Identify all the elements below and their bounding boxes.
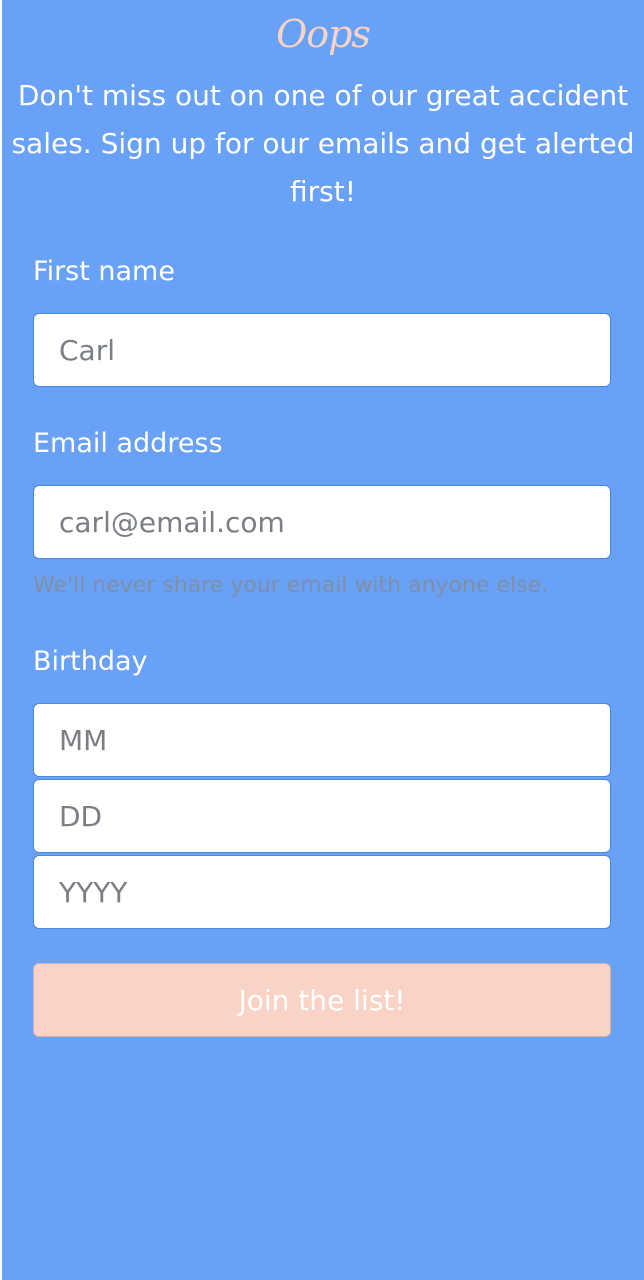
first-name-label: First name: [33, 256, 175, 287]
join-list-button[interactable]: Join the list!: [33, 963, 611, 1037]
birthday-year-input[interactable]: [33, 855, 611, 929]
birthday-label: Birthday: [33, 646, 148, 677]
email-label: Email address: [33, 428, 223, 459]
signup-page: Oops Don't miss out on one of our great …: [2, 0, 644, 1280]
first-name-input[interactable]: [33, 313, 611, 387]
birthday-day-input[interactable]: [33, 779, 611, 853]
signup-tagline: Don't miss out on one of our great accid…: [11, 79, 635, 208]
email-help-text: We'll never share your email with anyone…: [33, 573, 549, 598]
email-input[interactable]: [33, 485, 611, 559]
brand-logo: Oops: [276, 12, 371, 56]
birthday-month-input[interactable]: [33, 703, 611, 777]
